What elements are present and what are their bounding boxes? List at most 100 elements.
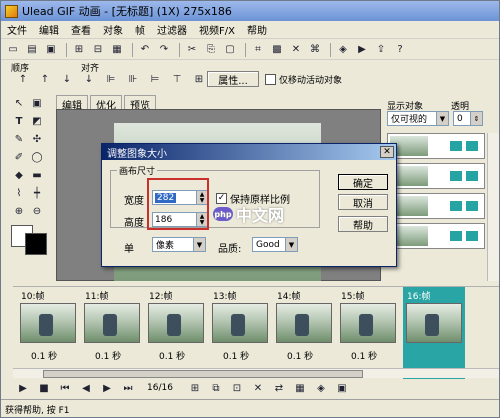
previous-frame-icon[interactable]: ◀ <box>78 380 94 396</box>
menu-frame[interactable]: 帧 <box>135 22 145 37</box>
copy-icon[interactable]: ⎘ <box>203 42 219 58</box>
add-frame-icon[interactable]: ⊟ <box>90 42 106 58</box>
menu-object[interactable]: 对象 <box>103 22 123 37</box>
menu-filter[interactable]: 过滤器 <box>157 22 187 37</box>
fill-tool-icon[interactable]: ◆ <box>11 167 27 183</box>
resize-icon[interactable]: ▩ <box>269 42 285 58</box>
object-thumbnail[interactable] <box>387 133 485 159</box>
brush-tool-icon[interactable]: ✎ <box>11 131 27 147</box>
align-top-icon[interactable]: ⊤ <box>169 71 185 87</box>
frame-cell[interactable]: 10:帧 0.1 秒 <box>17 287 79 379</box>
opacity-spinner[interactable]: 0 ⇕ <box>453 111 483 126</box>
paste-icon[interactable]: ▢ <box>222 42 238 58</box>
delete-frame-icon[interactable]: ✕ <box>250 380 266 396</box>
eyedropper-icon[interactable]: ⌇ <box>11 185 27 201</box>
frame-properties-icon[interactable]: ▦ <box>292 380 308 396</box>
pick-tool-icon[interactable]: ↖ <box>11 95 27 111</box>
object-thumbnail[interactable] <box>387 163 485 189</box>
magic-wand-icon[interactable]: ✣ <box>29 131 45 147</box>
open-folder-icon[interactable]: ▤ <box>24 42 40 58</box>
add-frame-icon[interactable]: ⊞ <box>187 380 203 396</box>
frame-cell-selected[interactable]: 16:帧 <box>403 287 465 379</box>
play-icon[interactable]: ▶ <box>15 380 31 396</box>
align-left-icon[interactable]: ⊫ <box>103 71 119 87</box>
grid-icon[interactable]: ⌘ <box>307 42 323 58</box>
preview-icon[interactable]: ▶ <box>354 42 370 58</box>
cancel-button[interactable]: 取消 <box>338 194 388 210</box>
frame-cell[interactable]: 15:帧 0.1 秒 <box>337 287 399 379</box>
eraser-tool-icon[interactable]: ▬ <box>29 167 45 183</box>
unit-select[interactable]: 像素 ▼ <box>152 237 206 252</box>
align-center-icon[interactable]: ⊪ <box>125 71 141 87</box>
frame-label: 11:帧 <box>85 292 109 302</box>
display-objects-select[interactable]: 仅可视的 ▼ <box>387 111 449 126</box>
height-label: 高度 <box>124 218 144 229</box>
export-icon[interactable]: ⇪ <box>373 42 389 58</box>
add-text-icon[interactable]: ▦ <box>109 42 125 58</box>
last-frame-icon[interactable]: ⏭ <box>120 380 136 396</box>
cut-icon[interactable]: ✂ <box>184 42 200 58</box>
scrollbar-thumb[interactable] <box>43 370 363 378</box>
tab-optimize[interactable]: 优化 <box>90 95 122 112</box>
optimize-icon[interactable]: ◈ <box>335 42 351 58</box>
object-thumbnail[interactable] <box>387 193 485 219</box>
redo-icon[interactable]: ↷ <box>156 42 172 58</box>
frame-cell[interactable]: 14:帧 0.1 秒 <box>273 287 335 379</box>
pen-tool-icon[interactable]: ✐ <box>11 149 27 165</box>
delete-icon[interactable]: ✕ <box>288 42 304 58</box>
align-right-icon[interactable]: ⊨ <box>147 71 163 87</box>
undo-icon[interactable]: ↶ <box>137 42 153 58</box>
frame-cell[interactable]: 13:帧 0.1 秒 <box>209 287 271 379</box>
chevron-down-icon[interactable]: ▼ <box>193 238 205 251</box>
align-middle-icon[interactable]: ⊞ <box>191 71 207 87</box>
only-move-active-checkbox[interactable] <box>265 74 276 85</box>
ellipse-tool-icon[interactable]: ◯ <box>29 149 45 165</box>
spinner-arrows-icon[interactable]: ⇕ <box>470 112 482 125</box>
frame-scrollbar[interactable] <box>13 368 499 378</box>
tab-edit[interactable]: 编辑 <box>56 95 88 112</box>
new-file-icon[interactable]: ▭ <box>5 42 21 58</box>
select-tool-icon[interactable]: ▣ <box>29 95 45 111</box>
frame-cell[interactable]: 12:帧 0.1 秒 <box>145 287 207 379</box>
foreground-color-swatch[interactable] <box>25 233 47 255</box>
stop-icon[interactable]: ■ <box>36 380 52 396</box>
close-icon[interactable]: ✕ <box>380 146 394 158</box>
quality-select[interactable]: Good ▼ <box>252 237 298 252</box>
save-icon[interactable]: ▣ <box>43 42 59 58</box>
add-image-icon[interactable]: ⊞ <box>71 42 87 58</box>
chevron-down-icon[interactable]: ▼ <box>436 112 448 125</box>
arrow-down-step-icon[interactable]: ↓ <box>59 71 75 87</box>
zoom-in-icon[interactable]: ⊕ <box>11 203 27 219</box>
tab-preview[interactable]: 预览 <box>124 95 156 112</box>
menu-edit[interactable]: 编辑 <box>39 22 59 37</box>
menu-view[interactable]: 查看 <box>71 22 91 37</box>
menu-video-fx[interactable]: 视频F/X <box>199 22 235 37</box>
optimize-frames-icon[interactable]: ◈ <box>313 380 329 396</box>
object-list-scrollbar[interactable] <box>487 133 499 281</box>
first-frame-icon[interactable]: ⏮ <box>57 380 73 396</box>
line-tool-icon[interactable]: ┿ <box>29 185 45 201</box>
ok-button[interactable]: 确定 <box>338 174 388 190</box>
lasso-tool-icon[interactable]: ◩ <box>29 113 45 129</box>
arrow-up-icon[interactable]: ↑ <box>15 71 31 87</box>
menu-file[interactable]: 文件 <box>7 22 27 37</box>
arrow-up-step-icon[interactable]: ↑ <box>37 71 53 87</box>
arrow-down-icon[interactable]: ↓ <box>81 71 97 87</box>
text-tool-icon[interactable]: T <box>11 113 27 129</box>
help-pointer-icon[interactable]: ? <box>392 42 408 58</box>
frame-label: 10:帧 <box>21 292 45 302</box>
reverse-frames-icon[interactable]: ⇄ <box>271 380 287 396</box>
help-button[interactable]: 帮助 <box>338 216 388 232</box>
properties-button[interactable]: 属性... <box>207 71 259 87</box>
duplicate-frame-icon[interactable]: ⧉ <box>208 380 224 396</box>
frame-cell[interactable]: 11:帧 0.1 秒 <box>81 287 143 379</box>
crop-icon[interactable]: ⌗ <box>250 42 266 58</box>
chevron-down-icon[interactable]: ▼ <box>285 238 297 251</box>
export-frames-icon[interactable]: ▣ <box>334 380 350 396</box>
next-frame-icon[interactable]: ▶ <box>99 380 115 396</box>
menu-help[interactable]: 帮助 <box>247 22 267 37</box>
zoom-out-icon[interactable]: ⊖ <box>29 203 45 219</box>
tween-icon[interactable]: ⊡ <box>229 380 245 396</box>
only-move-active-option[interactable]: 仅移动活动对象 <box>265 73 342 86</box>
object-thumbnail[interactable] <box>387 223 485 249</box>
